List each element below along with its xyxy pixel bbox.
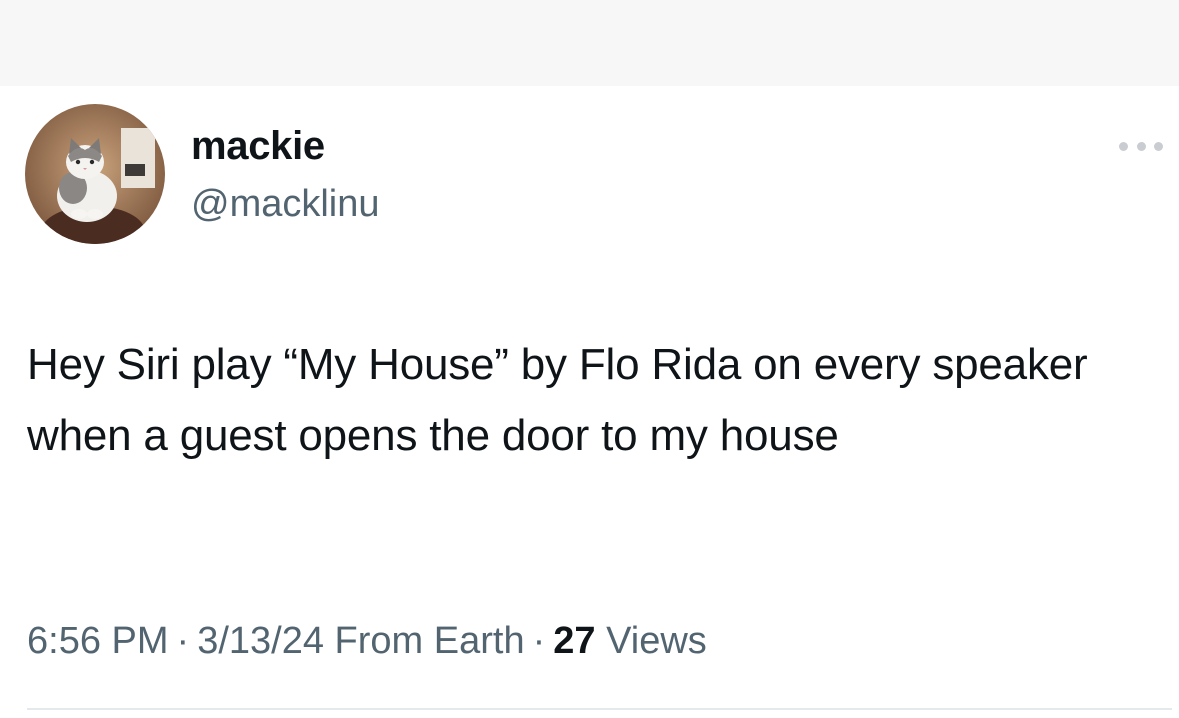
meta-separator: · bbox=[532, 620, 546, 662]
user-handle[interactable]: @macklinu bbox=[191, 181, 380, 227]
divider bbox=[27, 708, 1172, 710]
display-name[interactable]: mackie bbox=[191, 122, 325, 170]
avatar[interactable] bbox=[25, 104, 165, 244]
views-label[interactable]: Views bbox=[606, 620, 707, 662]
more-dot bbox=[1119, 141, 1128, 151]
tweet-location: From Earth bbox=[334, 620, 525, 662]
more-dot bbox=[1136, 141, 1146, 151]
top-background-strip bbox=[0, 0, 1179, 86]
tweet-date[interactable]: 3/13/24 bbox=[197, 620, 324, 662]
more-dot bbox=[1154, 141, 1163, 151]
more-horizontal-icon[interactable] bbox=[1119, 138, 1163, 154]
tweet-text: Hey Siri play “My House” by Flo Rida on … bbox=[27, 340, 1088, 460]
tweet-time[interactable]: 6:56 PM bbox=[27, 620, 169, 662]
meta-separator: · bbox=[176, 620, 190, 662]
tweet-card: mackie @macklinu Hey Siri play “My House… bbox=[0, 86, 1179, 718]
views-count[interactable]: 27 bbox=[553, 620, 595, 662]
tweet-metadata: 6:56 PM · 3/13/24 From Earth · 27 Views bbox=[27, 618, 707, 664]
cat-avatar-image bbox=[25, 104, 165, 244]
